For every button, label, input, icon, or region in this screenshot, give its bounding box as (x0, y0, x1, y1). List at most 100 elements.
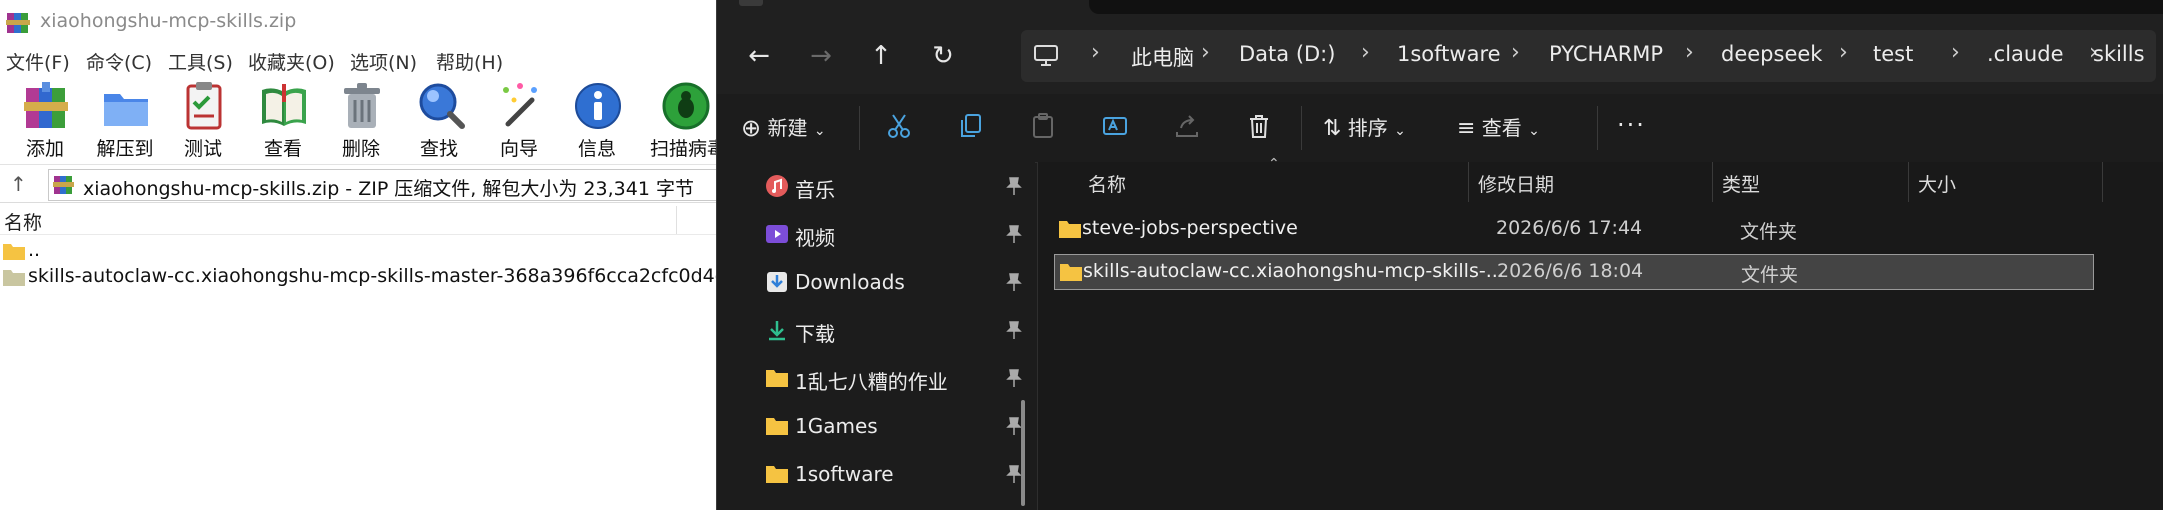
toolbar-separator (1301, 106, 1302, 150)
rename-button[interactable] (1101, 112, 1129, 144)
archive-row-folder[interactable]: skills-autoclaw-cc.xiaohongshu-mcp-skill… (0, 262, 716, 292)
zip-file-icon (53, 176, 74, 194)
address-breadcrumb[interactable]: › 此电脑 › Data (D:) › 1software › PYCHARMP… (1021, 30, 2156, 82)
explorer-command-bar: ⊕ 新建 ⌄ ⇅ 排序 ⌄ ≡ 查看 ⌄ ... (717, 94, 2163, 163)
find-button[interactable]: 查找 (400, 76, 478, 164)
add-button[interactable]: 添加 (6, 76, 84, 164)
explorer-tab-strip (717, 0, 2163, 18)
delete-button[interactable] (1245, 112, 1273, 144)
chevron-right-icon[interactable]: › (1361, 40, 1370, 65)
this-pc-icon (1034, 45, 1058, 66)
breadcrumb-this-pc[interactable]: 此电脑 (1131, 42, 1194, 72)
find-magnifier-icon (419, 83, 465, 129)
new-button[interactable]: ⊕ 新建 ⌄ (741, 112, 826, 144)
file-list-pane: ⌃ 名称 修改日期 类型 大小 steve-jobs-perspective 2… (1037, 156, 2163, 510)
info-button[interactable]: 信息 (558, 76, 636, 164)
explorer-tab[interactable] (739, 0, 763, 6)
column-separator[interactable] (2102, 162, 2103, 202)
plus-circle-icon: ⊕ (741, 114, 762, 142)
winrar-app-icon (6, 13, 30, 33)
sidebar-item-video[interactable]: 视频 (765, 214, 1035, 254)
column-separator[interactable] (1908, 162, 1909, 202)
toolbar-separator (859, 106, 860, 150)
archive-path-field[interactable]: xiaohongshu-mcp-skills.zip - ZIP 压缩文件, 解… (48, 169, 716, 201)
copy-button[interactable] (957, 112, 985, 144)
sidebar-item-1games[interactable]: 1Games (765, 406, 1035, 446)
chevron-down-icon: ⌄ (1394, 123, 1406, 139)
up-arrow-icon[interactable]: ↑ (10, 172, 27, 196)
breadcrumb-skills[interactable]: skills (2093, 42, 2145, 66)
pin-icon[interactable] (1005, 368, 1023, 388)
column-separator[interactable] (1468, 162, 1469, 202)
menu-favorites[interactable]: 收藏夹(O) (248, 48, 335, 75)
menu-command[interactable]: 命令(C) (86, 48, 152, 75)
trash-icon (344, 83, 380, 128)
back-arrow-icon[interactable]: ← (739, 36, 779, 76)
pin-icon[interactable] (1005, 272, 1023, 292)
chevron-right-icon[interactable]: › (1091, 40, 1100, 65)
pin-icon[interactable] (1005, 224, 1023, 244)
extract-to-button[interactable]: 解压到 (86, 76, 164, 164)
test-clipboard-icon (186, 82, 222, 130)
cut-button[interactable] (885, 112, 913, 144)
delete-button[interactable]: 删除 (322, 76, 400, 164)
breadcrumb-deepseek[interactable]: deepseek (1721, 42, 1822, 66)
sidebar-item-download-cn[interactable]: 下载 (765, 310, 1035, 350)
view-button[interactable]: ≡ 查看 ⌄ (1457, 112, 1540, 144)
column-separator[interactable] (1712, 162, 1713, 202)
trash-icon (1250, 115, 1268, 138)
extract-folder-icon (104, 94, 148, 126)
info-icon (575, 83, 621, 129)
breadcrumb-claude[interactable]: .claude (1987, 42, 2063, 66)
menu-file[interactable]: 文件(F) (6, 48, 70, 75)
archive-path-text: xiaohongshu-mcp-skills.zip - ZIP 压缩文件, 解… (83, 178, 694, 200)
file-row-steve-jobs[interactable]: steve-jobs-perspective 2026/6/6 17:44 文件… (1054, 212, 2092, 246)
chevron-right-icon[interactable]: › (1951, 40, 1960, 65)
view-button[interactable]: 查看 (244, 76, 322, 164)
column-size[interactable]: 大小 (1918, 170, 1956, 197)
share-button[interactable] (1173, 112, 1201, 144)
breadcrumb-pycharmp[interactable]: PYCHARMP (1549, 42, 1663, 66)
sidebar-item-music[interactable]: 音乐 (765, 166, 1035, 206)
breadcrumb-test[interactable]: test (1873, 42, 1913, 66)
wizard-button[interactable]: 向导 (480, 76, 558, 164)
sidebar-scrollbar[interactable] (1021, 400, 1025, 506)
chevron-right-icon[interactable]: › (1201, 40, 1210, 65)
chevron-right-icon[interactable]: › (1685, 40, 1694, 65)
pin-icon[interactable] (1005, 176, 1023, 196)
sort-arrows-icon: ⇅ (1323, 116, 1342, 141)
scan-virus-button[interactable]: 扫描病毒 (646, 76, 716, 164)
test-button[interactable]: 测试 (164, 76, 242, 164)
forward-arrow-icon[interactable]: → (801, 36, 841, 76)
sidebar-item-1software[interactable]: 1software (765, 454, 1035, 494)
up-arrow-icon[interactable]: ↑ (861, 36, 901, 76)
toolbar-separator (1597, 106, 1598, 150)
sort-button[interactable]: ⇅ 排序 ⌄ (1323, 112, 1406, 144)
pin-icon[interactable] (1005, 320, 1023, 340)
sort-indicator-icon: ⌃ (1268, 156, 1280, 172)
column-name[interactable]: 名称 (1088, 170, 1126, 197)
menu-options[interactable]: 选项(N) (350, 48, 417, 75)
paste-button[interactable] (1029, 112, 1057, 144)
winrar-window: xiaohongshu-mcp-skills.zip 文件(F) 命令(C) 工… (0, 0, 716, 510)
menu-help[interactable]: 帮助(H) (436, 48, 503, 75)
music-icon (766, 175, 788, 197)
breadcrumb-data-d[interactable]: Data (D:) (1239, 42, 1335, 66)
column-type[interactable]: 类型 (1722, 170, 1760, 197)
more-options-button[interactable]: ... (1617, 104, 1646, 136)
file-row-skills-autoclaw[interactable]: skills-autoclaw-cc.xiaohongshu-mcp-skill… (1054, 254, 2094, 290)
breadcrumb-1software[interactable]: 1software (1397, 42, 1501, 66)
folder-icon (766, 418, 788, 435)
sidebar-item-downloads[interactable]: Downloads (765, 262, 1035, 302)
menu-tools[interactable]: 工具(S) (168, 48, 233, 75)
chevron-right-icon[interactable]: › (1839, 40, 1848, 65)
explorer-window: ← → ↑ ↻ › 此电脑 › Data (D:) › 1software › … (716, 0, 2163, 510)
winrar-menu-bar: 文件(F) 命令(C) 工具(S) 收藏夹(O) 选项(N) 帮助(H) (0, 44, 716, 74)
chevron-right-icon[interactable]: › (1511, 40, 1520, 65)
sidebar-item-homework[interactable]: 1乱七八糟的作业 (765, 358, 1035, 398)
column-modified[interactable]: 修改日期 (1478, 170, 1554, 197)
rename-icon (1103, 117, 1127, 135)
winrar-title-bar: xiaohongshu-mcp-skills.zip (0, 0, 716, 44)
refresh-icon[interactable]: ↻ (923, 36, 963, 76)
column-name[interactable]: 名称 (4, 208, 42, 235)
